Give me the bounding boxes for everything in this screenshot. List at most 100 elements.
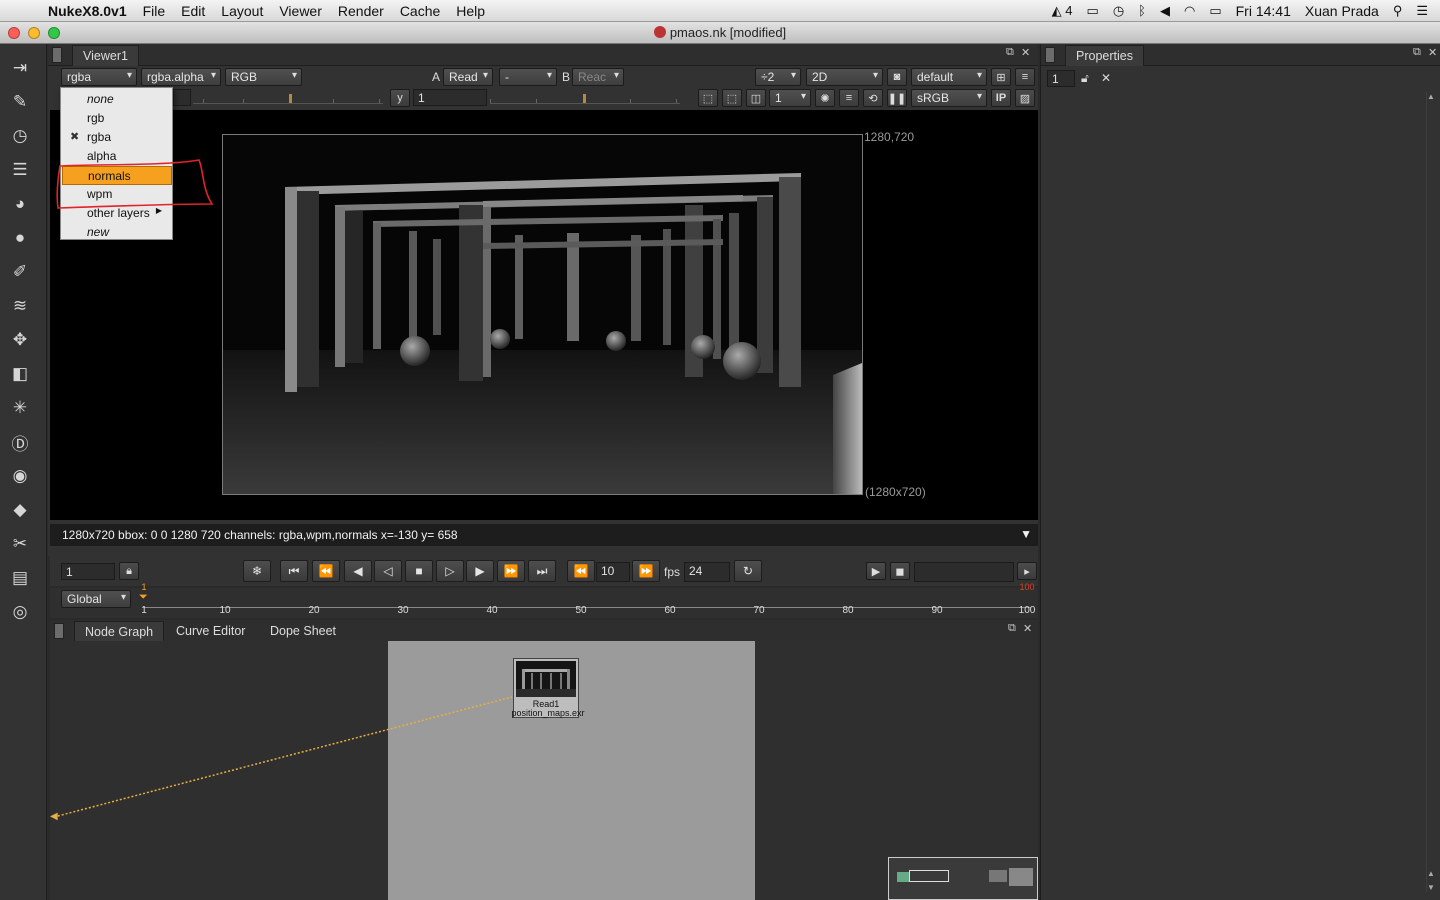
gamma-field[interactable]: 1 — [413, 89, 487, 106]
menu-edit[interactable]: Edit — [173, 3, 213, 19]
other-tool-icon[interactable]: ✂ — [8, 532, 32, 556]
wifi-icon[interactable]: ◠ — [1184, 3, 1195, 19]
close-panel-icon[interactable]: ✕ — [1021, 46, 1030, 59]
color-tool-icon[interactable]: ◕ — [8, 192, 32, 216]
next-frame-icon[interactable]: ▶ — [466, 560, 494, 582]
scroll-down-icon[interactable]: ▼ — [1427, 883, 1435, 892]
roi-dropdown[interactable]: 1 — [769, 89, 811, 107]
viewer-settings-icon[interactable]: ⊞ — [991, 68, 1011, 86]
menu-render[interactable]: Render — [330, 3, 392, 19]
float-panel-icon[interactable]: ⧉ — [1413, 46, 1421, 59]
menu-viewer[interactable]: Viewer — [271, 3, 330, 19]
3d-tool-icon[interactable]: ◧ — [8, 362, 32, 386]
overlay-icon[interactable]: ≡ — [839, 89, 859, 107]
pause-icon[interactable]: ❚❚ — [887, 89, 907, 107]
image-tool-icon[interactable]: ⇥ — [8, 56, 32, 80]
panel-handle-icon[interactable] — [52, 47, 62, 63]
views-tool-icon[interactable]: ◉ — [8, 464, 32, 488]
clock[interactable]: Fri 14:41 — [1236, 3, 1291, 19]
battery-icon[interactable]: ▭ — [1209, 3, 1221, 19]
stop-icon[interactable]: ■ — [405, 560, 433, 582]
node-graph-navigator[interactable] — [888, 857, 1038, 900]
last-frame-icon[interactable]: ⏭ — [528, 560, 556, 582]
playhead-icon[interactable]: ⏷ — [139, 591, 148, 604]
input-process-button[interactable]: IP — [991, 89, 1011, 107]
menu-app-name[interactable]: NukeX8.0v1 — [40, 3, 135, 19]
colorspace-dropdown[interactable]: sRGB — [911, 89, 987, 107]
gamma-toggle[interactable]: y — [390, 89, 410, 107]
input-a-dropdown[interactable]: Read — [443, 68, 493, 86]
roi-icon[interactable]: ⬚ — [698, 89, 718, 107]
close-panel-icon[interactable]: ✕ — [1428, 46, 1437, 59]
float-panel-icon[interactable]: ⧉ — [1006, 46, 1014, 59]
next-keyframe-icon[interactable]: ⏩ — [497, 560, 525, 582]
user-name[interactable]: Xuan Prada — [1305, 3, 1379, 19]
toolsets-tool-icon[interactable]: ▤ — [8, 566, 32, 590]
step-back-icon[interactable]: ⏪ — [567, 560, 595, 582]
downrez-dropdown[interactable]: ÷2 — [755, 68, 801, 86]
display-dropdown[interactable]: RGB — [225, 68, 302, 86]
timeline-scope-dropdown[interactable]: Global — [61, 590, 131, 608]
float-panel-icon[interactable]: ⧉ — [1008, 622, 1016, 635]
bluetooth-icon[interactable]: ᛒ — [1138, 3, 1146, 18]
playback-range-toggle-icon[interactable]: ▸ — [1017, 562, 1037, 580]
tab-viewer1[interactable]: Viewer1 — [72, 45, 139, 66]
spotlight-icon[interactable]: ⚲ — [1393, 3, 1403, 19]
gamma-slider[interactable] — [490, 88, 680, 104]
view-mode-dropdown[interactable]: 2D — [806, 68, 883, 86]
loop-icon[interactable]: ↻ — [734, 560, 762, 582]
filter-tool-icon[interactable]: ● — [8, 226, 32, 250]
fps-field[interactable]: 24 — [684, 562, 730, 582]
record-icon[interactable]: ◼ — [890, 562, 910, 580]
current-frame-field[interactable]: 1 — [61, 563, 115, 580]
gain-field[interactable] — [173, 89, 191, 106]
node-graph-canvas[interactable]: ◀ Read1 position_maps.exr — [50, 641, 1038, 900]
play-backward-icon[interactable]: ◁ — [374, 560, 402, 582]
channel-option-new[interactable]: new — [62, 223, 172, 242]
pin-panels-icon[interactable]: 🔓︎ — [1081, 71, 1089, 86]
time-tool-icon[interactable]: ◷ — [8, 124, 32, 148]
particles-tool-icon[interactable]: ✳ — [8, 396, 32, 420]
panel-handle-icon[interactable] — [1045, 47, 1055, 63]
notification-icon[interactable]: ☰ — [1416, 3, 1428, 19]
prev-keyframe-icon[interactable]: ⏪ — [312, 560, 340, 582]
properties-scrollbar[interactable]: ▲ ▲ ▼ — [1426, 92, 1436, 892]
checker-icon[interactable]: ▨ — [1015, 89, 1035, 107]
keyer-tool-icon[interactable]: ✐ — [8, 260, 32, 284]
channels-dropdown[interactable]: rgba — [61, 68, 137, 86]
draw-tool-icon[interactable]: ✎ — [8, 90, 32, 114]
volume-icon[interactable]: ◀ — [1160, 3, 1170, 19]
tab-node-graph[interactable]: Node Graph — [74, 621, 165, 642]
scroll-up-icon[interactable]: ▲ — [1427, 869, 1435, 878]
adobe-icon[interactable]: ◭ 4 — [1052, 3, 1073, 19]
metadata-tool-icon[interactable]: ◆ — [8, 498, 32, 522]
clipping-icon[interactable]: ✺ — [815, 89, 835, 107]
playback-range-field[interactable] — [914, 562, 1014, 582]
freeze-icon[interactable]: ❄ — [243, 560, 271, 582]
input-b-dropdown[interactable]: Reac — [572, 68, 624, 86]
prev-frame-icon[interactable]: ◀ — [344, 560, 372, 582]
read-node[interactable]: Read1 position_maps.exr — [511, 658, 585, 718]
channel-option-none[interactable]: none — [62, 90, 172, 109]
refresh-icon[interactable]: ⟲ — [863, 89, 883, 107]
timeline-ruler[interactable] — [143, 590, 1031, 608]
time-machine-icon[interactable]: ◷ — [1113, 3, 1124, 19]
frame-step-field[interactable]: 10 — [596, 562, 630, 582]
menubar-app-icon[interactable]: ▭ — [1087, 3, 1099, 19]
channel-option-rgb[interactable]: rgb — [62, 109, 172, 128]
menu-file[interactable]: File — [135, 3, 174, 19]
panel-handle-icon[interactable] — [54, 623, 64, 639]
flipbook-icon[interactable]: ▶ — [866, 562, 886, 580]
tab-curve-editor[interactable]: Curve Editor — [166, 621, 255, 642]
play-forward-icon[interactable]: ▷ — [436, 560, 464, 582]
deep-tool-icon[interactable]: Ⓓ — [8, 430, 32, 454]
merge-tool-icon[interactable]: ≋ — [8, 294, 32, 318]
channel-tool-icon[interactable]: ☰ — [8, 158, 32, 182]
viewer-menu-icon[interactable]: ≡ — [1015, 68, 1035, 86]
menu-layout[interactable]: Layout — [213, 3, 271, 19]
alpha-channel-dropdown[interactable]: rgba.alpha — [141, 68, 221, 86]
wipe-dropdown[interactable]: - — [499, 68, 557, 86]
transform-tool-icon[interactable]: ✥ — [8, 328, 32, 352]
menu-cache[interactable]: Cache — [392, 3, 448, 19]
gain-slider[interactable] — [193, 88, 383, 104]
